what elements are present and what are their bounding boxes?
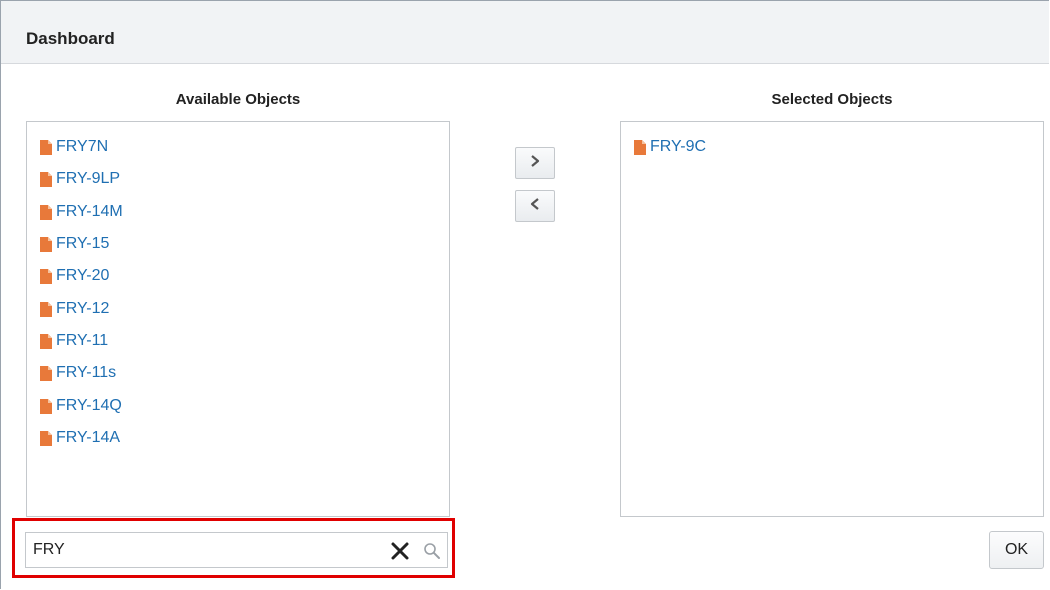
list-item[interactable]: FRY-11s xyxy=(40,362,116,384)
document-icon xyxy=(40,236,52,252)
chevron-right-icon xyxy=(528,154,542,173)
document-icon xyxy=(40,365,52,381)
available-objects-title: Available Objects xyxy=(175,91,301,108)
list-item[interactable]: FRY-20 xyxy=(40,265,109,287)
document-icon xyxy=(634,139,646,155)
search-field[interactable] xyxy=(25,532,448,568)
list-item[interactable]: FRY-14Q xyxy=(40,395,122,417)
list-item[interactable]: FRY-15 xyxy=(40,233,109,255)
dialog-header: Dashboard xyxy=(1,1,1049,64)
chevron-left-icon xyxy=(528,197,542,216)
document-icon xyxy=(40,204,52,220)
list-item-label: FRY-11s xyxy=(56,364,117,381)
available-objects-list[interactable]: FRY7N FRY-9LP FRY-14M FRY-15 FRY-20 FRY-… xyxy=(26,121,450,517)
close-icon[interactable] xyxy=(390,541,410,561)
list-item-label: FRY-14Q xyxy=(56,397,122,414)
document-icon xyxy=(40,398,52,414)
ok-button[interactable]: OK xyxy=(989,531,1044,569)
document-icon xyxy=(40,301,52,317)
list-item-label: FRY-12 xyxy=(56,300,110,317)
list-item-label: FRY-20 xyxy=(56,267,110,284)
dashboard-dialog: Dashboard Available Objects Selected Obj… xyxy=(0,0,1049,589)
list-item-label: FRY-11 xyxy=(56,332,109,349)
dialog-title: Dashboard xyxy=(26,29,115,48)
search-input[interactable] xyxy=(28,535,383,565)
list-item[interactable]: FRY-9LP xyxy=(40,168,120,190)
move-left-button[interactable] xyxy=(515,190,555,222)
document-icon xyxy=(40,430,52,446)
document-icon xyxy=(40,139,52,155)
document-icon xyxy=(40,171,52,187)
move-right-button[interactable] xyxy=(515,147,555,179)
list-item-label: FRY-9LP xyxy=(56,170,121,187)
list-item[interactable]: FRY-12 xyxy=(40,298,109,320)
list-item-label: FRY7N xyxy=(56,138,109,155)
list-item[interactable]: FRY-11 xyxy=(40,330,108,352)
document-icon xyxy=(40,268,52,284)
list-item[interactable]: FRY-14M xyxy=(40,201,123,223)
list-item[interactable]: FRY-9C xyxy=(634,136,706,158)
selected-objects-list[interactable]: FRY-9C xyxy=(620,121,1044,517)
list-item[interactable]: FRY-14A xyxy=(40,427,120,449)
list-item-label: FRY-9C xyxy=(650,138,707,155)
list-item-label: FRY-14A xyxy=(56,429,121,446)
list-item-label: FRY-15 xyxy=(56,235,110,252)
list-item[interactable]: FRY7N xyxy=(40,136,108,158)
search-icon[interactable] xyxy=(423,542,441,560)
selected-objects-title: Selected Objects xyxy=(771,91,893,108)
document-icon xyxy=(40,333,52,349)
list-item-label: FRY-14M xyxy=(56,203,123,220)
